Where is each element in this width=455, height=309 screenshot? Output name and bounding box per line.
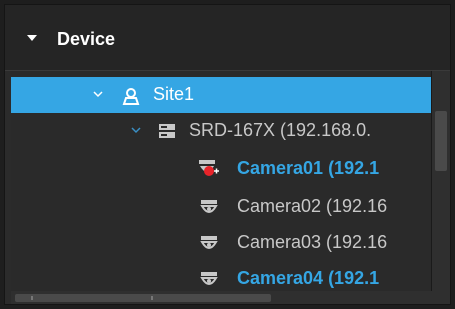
vertical-scroll-thumb[interactable] — [435, 111, 447, 171]
scroll-grip — [31, 296, 33, 300]
tree-item-camera[interactable]: Camera03 (192.16 — [11, 225, 431, 261]
horizontal-scroll-thumb[interactable] — [15, 294, 271, 302]
dome-camera-icon — [200, 236, 218, 249]
camera-label: Camera01 (192.1 — [237, 158, 380, 178]
panel-header[interactable]: Device — [5, 5, 450, 71]
site-person-icon — [122, 88, 140, 105]
tree-item-device[interactable]: SRD-167X (192.168.0. — [11, 113, 431, 149]
device-label: SRD-167X (192.168.0. — [189, 120, 372, 140]
horizontal-scrollbar[interactable] — [11, 291, 431, 304]
recorder-icon — [159, 124, 175, 138]
chevron-down-icon[interactable] — [93, 89, 103, 99]
camera-label: Camera03 (192.16 — [237, 232, 388, 252]
tree-item-camera[interactable]: Camera01 (192.1 — [11, 151, 431, 187]
camera-label: Camera02 (192.16 — [237, 196, 388, 216]
dome-camera-icon — [200, 272, 218, 285]
scroll-grip — [151, 296, 153, 300]
panel-title: Device — [57, 29, 116, 49]
camera-label: Camera04 (192.1 — [237, 268, 380, 288]
tree-item-camera[interactable]: Camera04 (192.1 — [11, 261, 431, 291]
dome-camera-icon — [200, 200, 218, 213]
scrollbar-corner — [431, 291, 450, 304]
collapse-arrow-icon[interactable] — [27, 35, 37, 41]
vertical-scrollbar[interactable] — [431, 71, 450, 291]
site-label: Site1 — [153, 84, 195, 104]
device-tree: Site1 SRD-167X (192.168.0. Camera01 (192… — [11, 71, 431, 291]
chevron-down-icon[interactable] — [131, 125, 141, 135]
tree-item-site[interactable]: Site1 — [11, 77, 431, 113]
tree-item-camera[interactable]: Camera02 (192.16 — [11, 189, 431, 225]
device-panel: Device Site1 SRD-167X (192.168.0. Camera… — [4, 4, 451, 305]
camera-alarm-icon — [199, 160, 219, 176]
